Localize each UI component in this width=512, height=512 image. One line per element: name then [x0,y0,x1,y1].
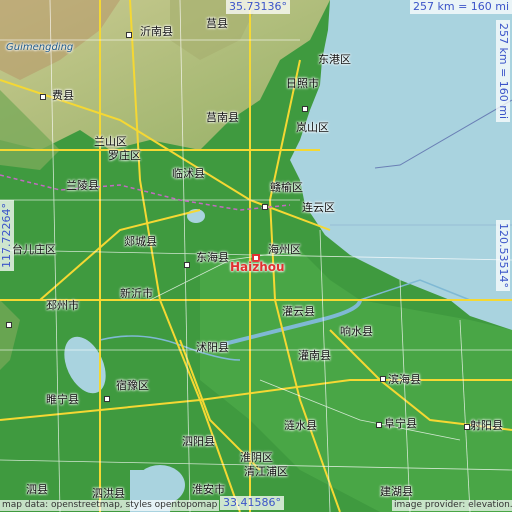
left-longitude-label: 117.72264° [0,200,14,271]
place-label: 响水县 [340,325,373,338]
bottom-latitude-label: 33.41586° [220,496,284,510]
place-label: 莒县 [206,17,228,30]
image-attribution: image provider: elevation.city [392,500,512,511]
place-label: 涟水县 [284,419,317,432]
map-attribution: map data: openstreetmap, styles opentopo… [0,500,220,511]
place-label: 费县 [52,89,74,102]
place-label: 沂南县 [140,25,173,38]
place-marker [126,32,132,38]
place-marker [376,422,382,428]
place-marker [184,262,190,268]
place-label: 赣榆区 [270,181,303,194]
place-label: 宿豫区 [116,379,149,392]
place-label: 泗洪县 [92,487,125,500]
place-label: Guimengding [6,42,74,53]
place-label: 东海县 [196,251,229,264]
top-latitude-label: 35.73136° [226,0,290,14]
place-label: 邳州市 [46,299,79,312]
place-label: 东港区 [318,53,351,66]
place-label: 临沭县 [172,167,205,180]
place-label: 灌南县 [298,349,331,362]
place-label: 新沂市 [120,287,153,300]
place-label: 兰山区 [94,135,127,148]
target-city-label: Haizhou [230,260,285,274]
place-label: 清江浦区 [244,465,288,478]
top-scale-label: 257 km = 160 mi [410,0,512,14]
place-label: 海州区 [268,243,301,256]
place-marker [464,424,470,430]
place-label: 阜宁县 [384,417,417,430]
place-label: 罗庄区 [108,149,141,162]
map-view[interactable]: 35.73136° 257 km = 160 mi 33.41586° 117.… [0,0,512,512]
place-label: 滨海县 [388,373,421,386]
place-label: 射阳县 [470,419,503,432]
place-label: 睢宁县 [46,393,79,406]
place-label: 建湖县 [380,485,413,498]
place-marker [6,322,12,328]
place-label: 沭阳县 [196,341,229,354]
place-label: 兰陵县 [66,179,99,192]
place-label: 灌云县 [282,305,315,318]
place-marker [40,94,46,100]
place-marker [104,396,110,402]
right-longitude-label: 120.53514° [496,220,510,291]
place-label: 淮阴区 [240,451,273,464]
place-label: 郯城县 [124,235,157,248]
place-marker [302,106,308,112]
place-marker [380,376,386,382]
place-label: 莒南县 [206,111,239,124]
place-label: 泗县 [26,483,48,496]
place-label: 日照市 [286,77,319,90]
place-label: 台儿庄区 [12,243,56,256]
place-label: 岚山区 [296,121,329,134]
place-label: 连云区 [302,201,335,214]
place-marker [262,204,268,210]
right-scale-label: 257 km = 160 mi [496,20,510,123]
place-label: 泗阳县 [182,435,215,448]
place-label: 淮安市 [192,483,225,496]
